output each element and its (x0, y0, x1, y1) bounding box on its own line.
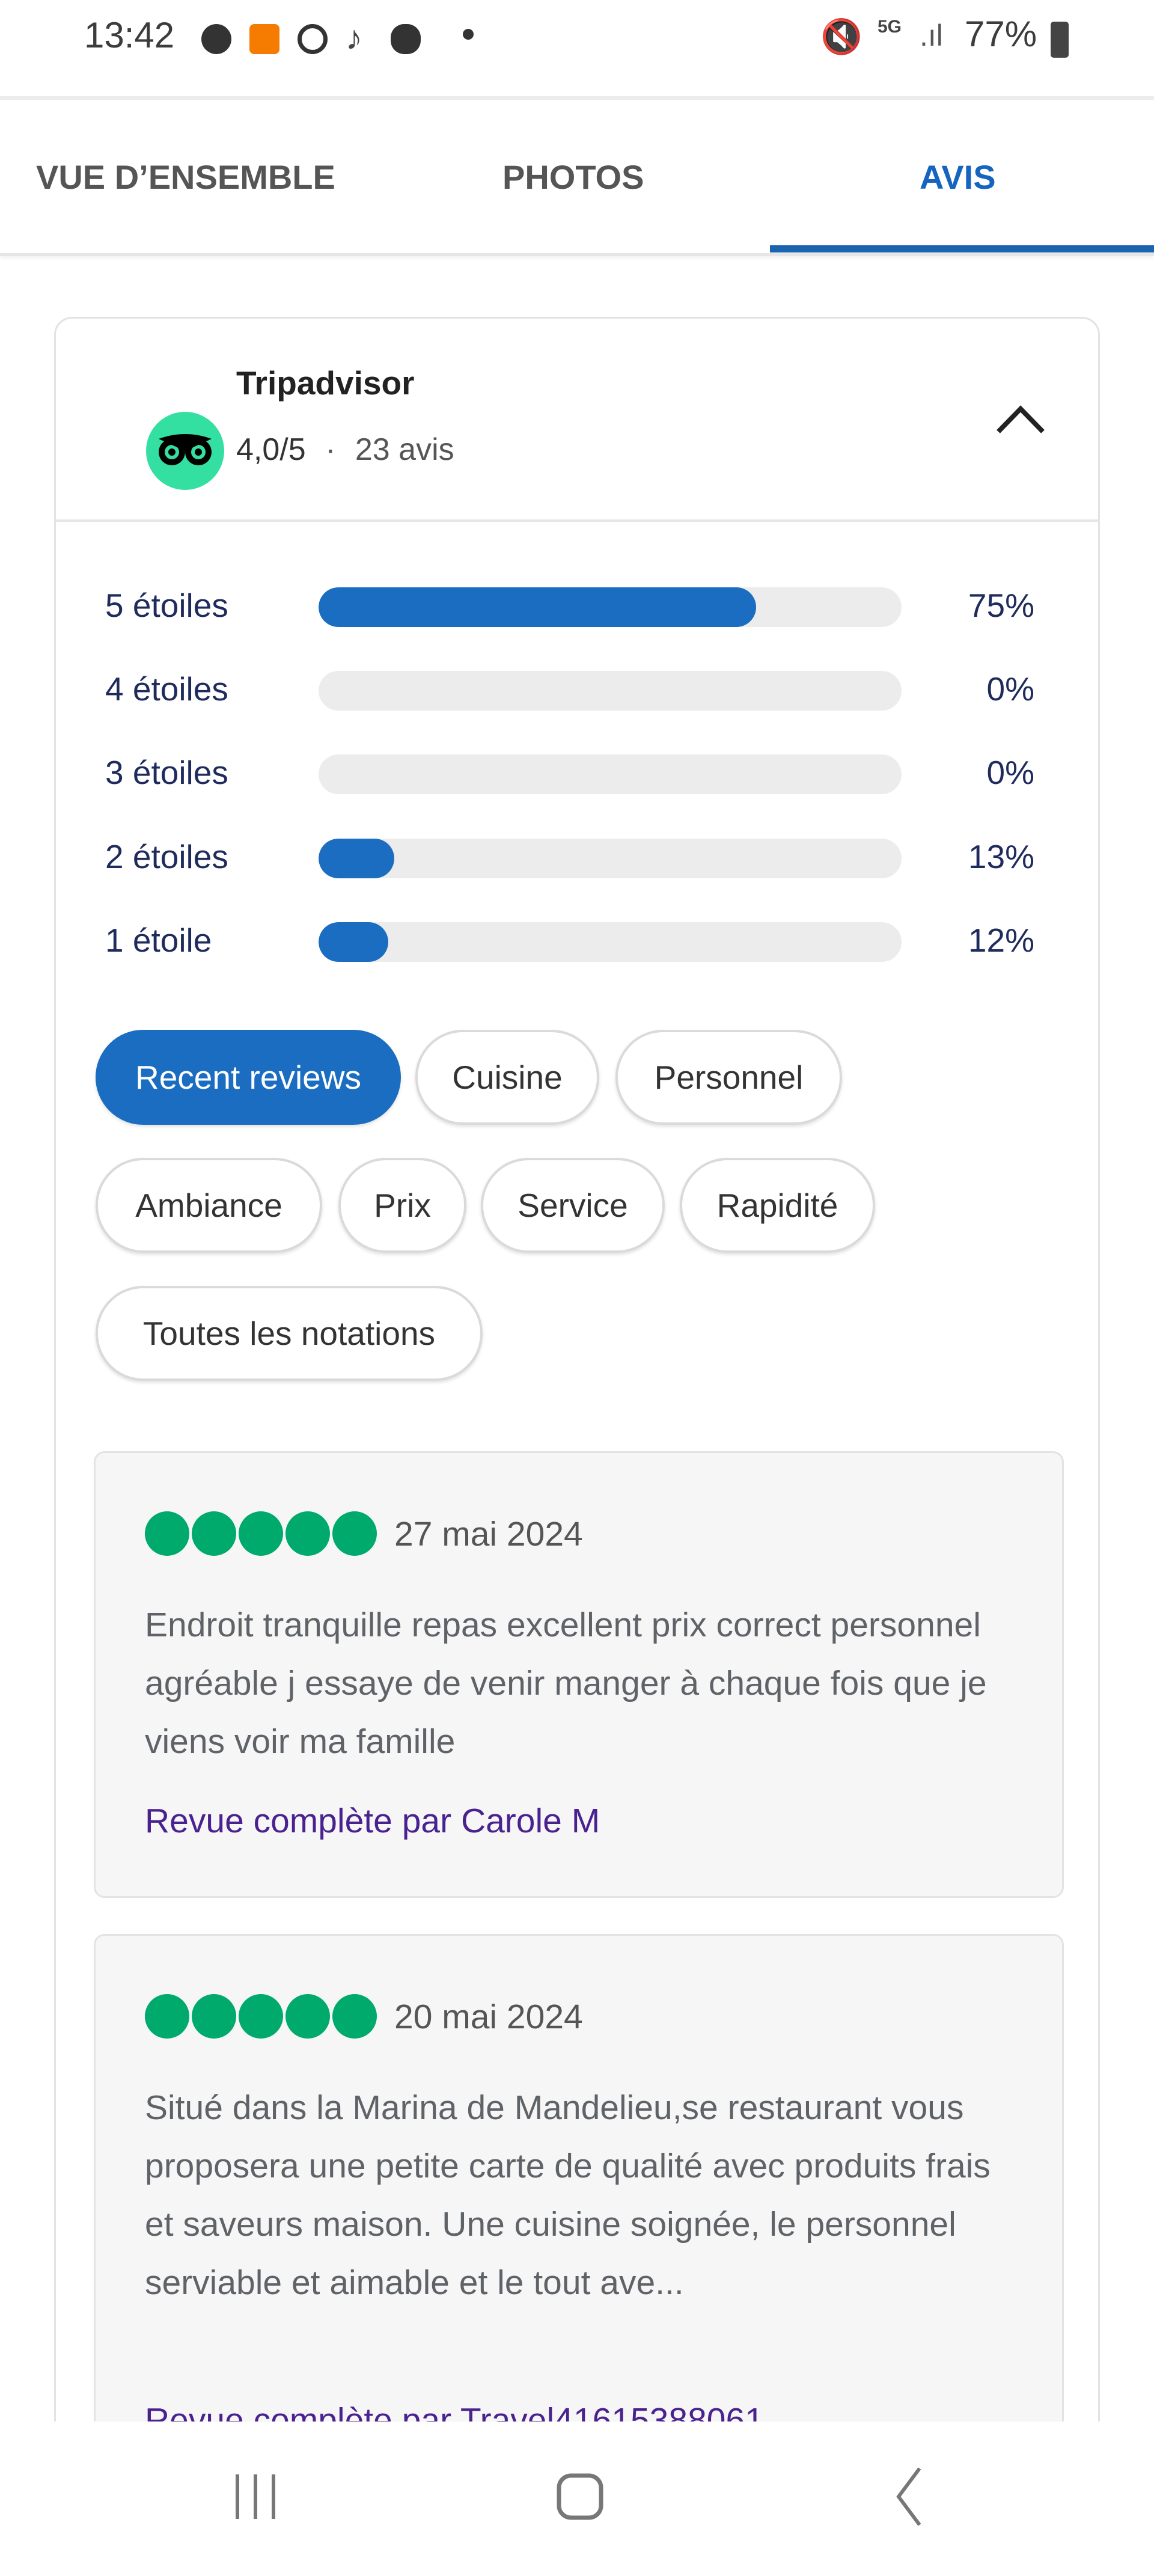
filter-chip[interactable]: Service (481, 1158, 665, 1253)
rating-bar (319, 839, 902, 878)
source-summary: 4,0/5 · 23 avis (236, 432, 454, 467)
rating-dot-icon (192, 1511, 236, 1556)
filter-chip[interactable]: Toutes les notations (96, 1286, 483, 1381)
rating-label: 3 étoiles (105, 754, 228, 791)
review-text: Endroit tranquille repas excellent prix … (145, 1606, 987, 1761)
filter-chip[interactable]: Recent reviews (96, 1030, 401, 1125)
rating-label: 4 étoiles (105, 670, 228, 708)
messenger-icon (298, 24, 328, 54)
rating-percent: 12% (968, 922, 1034, 959)
review-text: Situé dans la Marina de Mandelieu,se res… (145, 2088, 991, 2302)
rating-percent: 0% (986, 670, 1035, 708)
review-rating (145, 1994, 377, 2039)
tab-overview[interactable]: VUE D’ENSEMBLE (36, 158, 335, 197)
clock: 13:42 (84, 15, 175, 55)
rating-dot-icon (285, 1511, 330, 1556)
rating-percent: 75% (968, 587, 1034, 624)
rating-row: 4 étoiles 0% (56, 670, 1102, 712)
navigation-bar (0, 2422, 1154, 2576)
rating-label: 5 étoiles (105, 587, 228, 624)
battery-percent: 77% (965, 14, 1037, 54)
rating-bar (319, 922, 902, 962)
chevron-up-icon[interactable] (994, 391, 1048, 445)
mute-icon: 🔇 (820, 17, 862, 55)
message-icon (201, 24, 231, 54)
rating-dot-icon (239, 1994, 283, 2039)
rating-bar-fill (319, 839, 395, 878)
network-type: 5G (878, 17, 902, 37)
tiktok-icon: ♪ (346, 19, 362, 57)
tripadvisor-reviews-card: Tripadvisor 4,0/5 · 23 avis 5 étoiles 75… (54, 317, 1100, 2481)
divider (56, 519, 1098, 522)
review-card: 20 mai 2024 Situé dans la Marina de Mand… (94, 1934, 1064, 2475)
status-bar: 13:42 ♪ 🔇 5G .ıl 77% (0, 0, 1154, 100)
filter-chip[interactable]: Prix (338, 1158, 466, 1253)
more-notifications-icon (463, 29, 474, 40)
rating-label: 1 étoile (105, 922, 212, 959)
rating-row: 3 étoiles 0% (56, 753, 1102, 795)
source-name: Tripadvisor (236, 364, 415, 402)
signal-icon: .ıl (920, 19, 943, 52)
average-rating: 4,0/5 (236, 432, 306, 467)
rating-dot-icon (332, 1511, 377, 1556)
recent-apps-icon[interactable] (228, 2470, 282, 2524)
rating-row: 2 étoiles 13% (56, 837, 1102, 880)
review-count: 23 avis (355, 432, 454, 467)
rating-dot-icon (239, 1511, 283, 1556)
rating-bar (319, 587, 902, 627)
rating-dot-icon (332, 1994, 377, 2039)
filter-chip[interactable]: Rapidité (680, 1158, 875, 1253)
rating-dot-icon (145, 1994, 189, 2039)
filter-chip[interactable]: Personnel (615, 1030, 842, 1125)
tab-photos[interactable]: PHOTOS (502, 158, 644, 197)
rating-row: 5 étoiles 75% (56, 586, 1102, 628)
home-icon[interactable] (553, 2470, 607, 2524)
review-rating (145, 1511, 377, 1556)
review-date: 20 mai 2024 (394, 1998, 583, 2036)
active-tab-indicator (770, 245, 1154, 252)
rating-label: 2 étoiles (105, 838, 228, 875)
filter-chip[interactable]: Cuisine (415, 1030, 599, 1125)
rating-row: 1 étoile 12% (56, 921, 1102, 963)
battery-icon (1051, 22, 1069, 58)
filter-chip[interactable]: Ambiance (96, 1158, 322, 1253)
rating-dot-icon (192, 1994, 236, 2039)
review-date: 27 mai 2024 (394, 1515, 583, 1553)
temu-icon (249, 24, 279, 54)
tripadvisor-logo (146, 412, 224, 490)
rating-bar (319, 671, 902, 711)
rating-percent: 0% (986, 754, 1035, 791)
rating-dot-icon (145, 1511, 189, 1556)
tab-reviews[interactable]: AVIS (920, 158, 996, 197)
rating-bar (319, 754, 902, 794)
rating-dot-icon (285, 1994, 330, 2039)
back-icon[interactable] (878, 2464, 932, 2530)
rating-bar-fill (319, 922, 389, 962)
tab-bar: VUE D’ENSEMBLE PHOTOS AVIS (0, 103, 1154, 256)
full-review-link[interactable]: Revue complète par Carole M (145, 1801, 600, 1841)
rating-bar-fill (319, 587, 756, 627)
review-card: 27 mai 2024 Endroit tranquille repas exc… (94, 1451, 1064, 1898)
rating-percent: 13% (968, 838, 1034, 875)
app-icon (391, 24, 421, 54)
